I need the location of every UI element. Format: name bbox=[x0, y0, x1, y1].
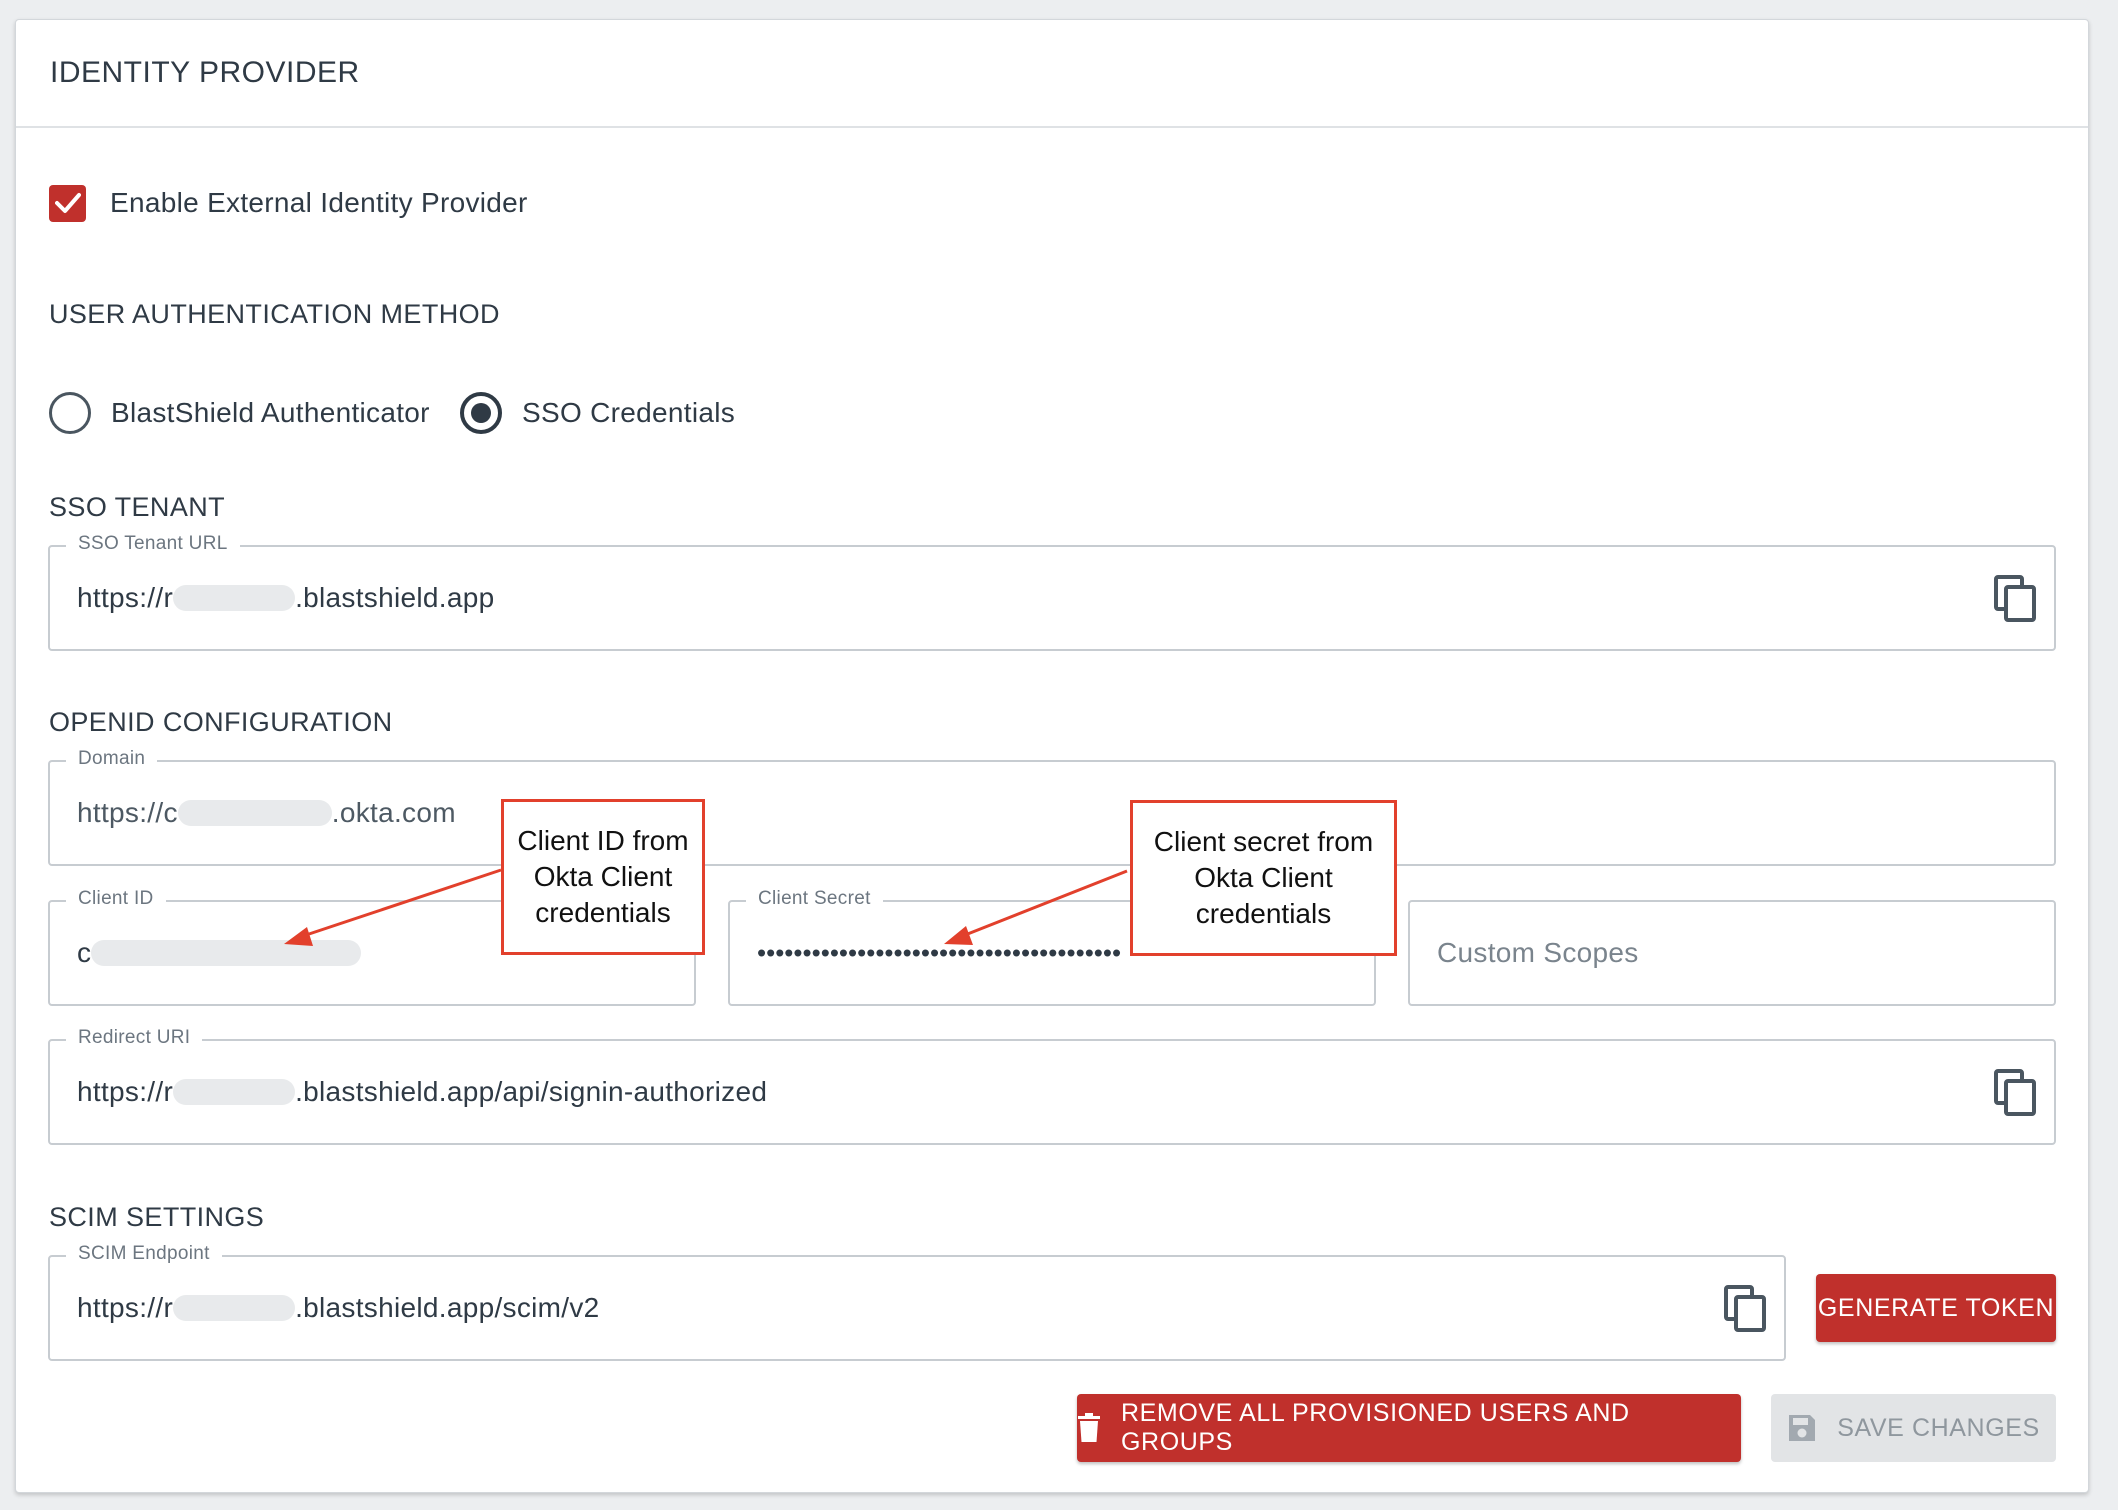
client-id-value[interactable]: c bbox=[77, 937, 362, 969]
domain-value[interactable]: https://c .okta.com bbox=[77, 797, 456, 829]
redacted-segment bbox=[91, 939, 362, 966]
redirect-uri-value[interactable]: https://r .blastshield.app/api/signin-aut… bbox=[77, 1076, 767, 1108]
enable-idp-checkbox[interactable] bbox=[49, 184, 86, 222]
callout-line: credentials bbox=[1195, 898, 1332, 929]
save-icon bbox=[1787, 1413, 1817, 1443]
save-changes-button[interactable]: SAVE CHANGES bbox=[1771, 1394, 2056, 1462]
callout-line: Client ID from bbox=[517, 825, 689, 856]
client-secret-value[interactable]: •••••••••••••••••••••••••••••••••••••••• bbox=[757, 938, 1121, 969]
radio-button[interactable] bbox=[49, 392, 91, 434]
auth-method-title: USER AUTHENTICATION METHOD bbox=[49, 299, 500, 329]
copy-icon[interactable] bbox=[1724, 1285, 1768, 1333]
sso-tenant-url-value[interactable]: https://r .blastshield.app bbox=[77, 582, 494, 614]
identity-provider-card: IDENTITY PROVIDER Enable External Identi… bbox=[15, 19, 2089, 1493]
radio-blastshield-authenticator[interactable]: BlastShield Authenticator bbox=[49, 391, 430, 435]
domain-label: Domain bbox=[66, 748, 158, 770]
client-id-label: Client ID bbox=[66, 888, 166, 910]
redirect-uri-label: Redirect URI bbox=[66, 1027, 203, 1049]
trash-icon bbox=[1077, 1413, 1101, 1443]
copy-icon[interactable] bbox=[1994, 575, 2038, 623]
redirect-uri-field[interactable]: Redirect URI https://r .blastshield.app/a… bbox=[48, 1027, 2056, 1145]
radio-label-blastshield: BlastShield Authenticator bbox=[111, 397, 430, 428]
client-secret-callout: Client secret from Okta Client credentia… bbox=[1130, 800, 1397, 956]
scim-endpoint-value[interactable]: https://r .blastshield.app/scim/v2 bbox=[77, 1292, 600, 1324]
redacted-segment bbox=[173, 1294, 296, 1321]
enable-idp-label: Enable External Identity Provider bbox=[110, 187, 528, 218]
sso-tenant-url-label: SSO Tenant URL bbox=[66, 533, 240, 555]
callout-line: Client secret from bbox=[1153, 826, 1374, 857]
radio-button-selected[interactable] bbox=[460, 392, 502, 434]
sso-tenant-title: SSO TENANT bbox=[49, 492, 226, 522]
scim-endpoint-label: SCIM Endpoint bbox=[66, 1243, 222, 1265]
custom-scopes-field[interactable]: Custom Scopes bbox=[1408, 900, 2056, 1006]
radio-dot bbox=[471, 403, 491, 423]
card-title: IDENTITY PROVIDER bbox=[50, 56, 360, 89]
scim-settings-title: SCIM SETTINGS bbox=[49, 1202, 265, 1232]
client-id-callout: Client ID from Okta Client credentials bbox=[501, 799, 705, 955]
radio-sso-credentials[interactable]: SSO Credentials bbox=[460, 391, 735, 435]
openid-title: OPENID CONFIGURATION bbox=[49, 707, 393, 737]
radio-label-sso: SSO Credentials bbox=[522, 397, 736, 428]
remove-provisioned-button[interactable]: REMOVE ALL PROVISIONED USERS AND GROUPS bbox=[1077, 1394, 1741, 1462]
callout-line: Okta Client bbox=[1194, 862, 1333, 893]
custom-scopes-placeholder[interactable]: Custom Scopes bbox=[1437, 937, 1639, 969]
callout-line: Okta Client bbox=[533, 861, 673, 892]
save-changes-label: SAVE CHANGES bbox=[1837, 1413, 2040, 1442]
redacted-segment bbox=[173, 1078, 296, 1105]
copy-icon[interactable] bbox=[1994, 1069, 2038, 1117]
redacted-segment bbox=[173, 584, 296, 611]
callout-line: credentials bbox=[535, 897, 671, 928]
card-header: IDENTITY PROVIDER bbox=[16, 20, 2088, 128]
remove-provisioned-label: REMOVE ALL PROVISIONED USERS AND GROUPS bbox=[1121, 1399, 1630, 1456]
client-secret-label: Client Secret bbox=[746, 888, 883, 910]
scim-endpoint-field[interactable]: SCIM Endpoint https://r .blastshield.app/… bbox=[48, 1243, 1786, 1361]
enable-idp-row[interactable]: Enable External Identity Provider bbox=[49, 183, 528, 223]
domain-field[interactable]: Domain https://c .okta.com bbox=[48, 748, 2056, 866]
check-icon bbox=[54, 193, 81, 213]
generate-token-button[interactable]: GENERATE TOKEN bbox=[1816, 1274, 2056, 1342]
sso-tenant-url-field[interactable]: SSO Tenant URL https://r .blastshield.app bbox=[48, 533, 2056, 651]
redacted-segment bbox=[177, 799, 332, 826]
